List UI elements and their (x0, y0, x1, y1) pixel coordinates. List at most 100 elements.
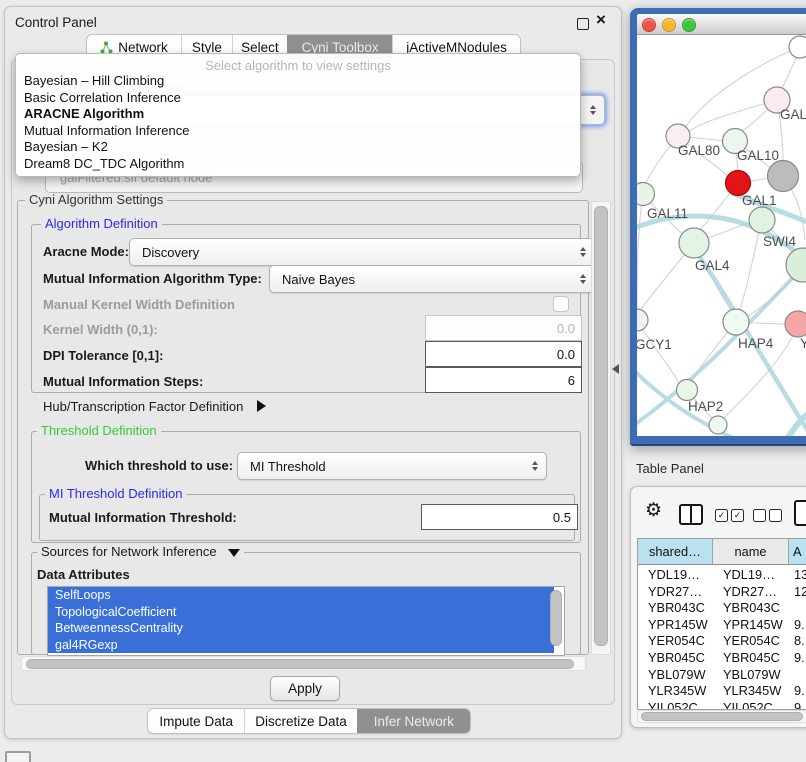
node-salmon[interactable] (785, 311, 806, 337)
hub-definition-expander[interactable]: Hub/Transcription Factor Definition (43, 399, 266, 415)
checked-box-icon: ✓ (731, 509, 744, 522)
dpi-tolerance-field[interactable]: 0.0 (425, 341, 582, 367)
export-table-icon[interactable] (794, 500, 806, 526)
bottom-tabbar: Impute Data Discretize Data Infer Networ… (147, 708, 471, 734)
which-threshold-combo[interactable]: MI Threshold (237, 452, 547, 480)
node[interactable] (786, 248, 806, 282)
node-gal1-selected[interactable] (726, 171, 751, 196)
node-swi4[interactable] (749, 207, 775, 233)
network-window-titlebar[interactable] (637, 14, 806, 35)
split-columns-icon[interactable] (679, 504, 703, 525)
column-header-name[interactable]: name (713, 539, 789, 565)
collapse-down-icon (228, 549, 240, 557)
checked-box-icon: ✓ (715, 509, 728, 522)
show-columns-icon[interactable]: ✓ ✓ (715, 509, 744, 522)
cell-shared-name: YBR045C (648, 650, 710, 665)
list-item[interactable]: TopologicalCoefficient (48, 604, 554, 621)
node-label: GAL (780, 107, 806, 122)
column-header-shared-name[interactable]: shared… (638, 539, 713, 565)
algorithm-dropdown-popup: Select algorithm to view settings Bayesi… (15, 53, 581, 177)
node-gray[interactable] (768, 161, 799, 192)
node-hap2[interactable] (677, 380, 698, 401)
table-row[interactable]: YER054C YER054C 8. (638, 633, 806, 650)
table-row[interactable]: YPR145W YPR145W 9. (638, 617, 806, 634)
cell-name: YBR045C (723, 650, 785, 665)
table-row[interactable]: YBR045C YBR045C 9. (638, 650, 806, 667)
node-gal4[interactable] (679, 228, 709, 258)
gear-icon[interactable]: ⚙ (645, 501, 662, 520)
settings-hscroll-thumb[interactable] (26, 659, 574, 669)
apply-button[interactable]: Apply (270, 676, 340, 701)
hide-columns-icon[interactable] (753, 509, 782, 522)
table-row[interactable]: YDL19… YDL19… 13 (638, 567, 806, 584)
table-horizontal-scrollbar[interactable] (637, 710, 806, 723)
zoom-traffic-icon[interactable] (682, 18, 696, 32)
node-hap4[interactable] (723, 309, 749, 335)
list-item[interactable]: SelfLoops (48, 587, 554, 604)
node-label: GAL1 (742, 193, 777, 208)
data-attributes-list[interactable]: SelfLoops TopologicalCoefficient Between… (47, 586, 565, 656)
mi-algorithm-type-combo[interactable]: Naive Bayes (269, 265, 595, 293)
cell-value: 9. (794, 650, 806, 665)
tab-impute-data-label: Impute Data (159, 714, 233, 729)
node[interactable] (789, 36, 806, 58)
tab-discretize-data[interactable]: Discretize Data (244, 709, 356, 733)
table-row[interactable]: YBL079W YBL079W (638, 667, 806, 684)
list-item[interactable]: gal4RGexp (48, 637, 554, 654)
cell-value: 9. (794, 683, 806, 698)
dropdown-item[interactable]: Bayesian – Hill Climbing (24, 73, 164, 90)
which-threshold-value: MI Threshold (250, 459, 326, 474)
splitter-collapse-icon[interactable] (612, 364, 619, 374)
sources-group-title[interactable]: Sources for Network Inference (37, 545, 244, 559)
table-row[interactable]: YBR043C YBR043C (638, 600, 806, 617)
close-icon[interactable]: × (596, 10, 606, 30)
expand-right-icon (257, 400, 266, 412)
tab-infer-network[interactable]: Infer Network (357, 709, 470, 733)
cell-shared-name: YIL052C (648, 700, 710, 710)
node-label: GAL80 (678, 143, 720, 158)
minimize-traffic-icon[interactable] (662, 18, 676, 32)
table-row[interactable]: YIL052C YIL052C 9. (638, 700, 806, 710)
settings-horizontal-scrollbar[interactable] (21, 656, 586, 671)
unchecked-box-icon (769, 509, 782, 522)
tab-impute-data[interactable]: Impute Data (148, 709, 244, 733)
float-window-icon[interactable] (577, 18, 589, 30)
settings-vscroll-thumb[interactable] (594, 206, 608, 646)
manual-kernel-width-checkbox[interactable] (553, 296, 569, 312)
node-gcy1[interactable] (637, 309, 648, 331)
list-item[interactable]: BetweennessCentrality (48, 620, 554, 637)
column-header-partial[interactable]: A (789, 539, 806, 565)
cell-value: 9. (794, 617, 806, 632)
close-traffic-icon[interactable] (642, 18, 656, 32)
docked-panel-stub[interactable] (5, 751, 31, 762)
cell-name: YPR145W (723, 617, 785, 632)
dropdown-prompt: Select algorithm to view settings (16, 58, 580, 73)
dropdown-item[interactable]: Basic Correlation Inference (24, 90, 181, 107)
table-row[interactable]: YDR27… YDR27… 12 (638, 584, 806, 601)
tab-discretize-data-label: Discretize Data (255, 714, 347, 729)
combo-spinner-icon (532, 461, 538, 471)
kernel-width-field[interactable]: 0.0 (425, 315, 582, 341)
settings-vertical-scrollbar[interactable] (591, 201, 611, 655)
node-label: HAP2 (688, 399, 723, 414)
aracne-mode-value: Discovery (142, 245, 199, 260)
unchecked-box-icon (753, 509, 766, 522)
control-panel-window: Control Panel × Network Style Select Cyn… (4, 6, 622, 739)
dropdown-item[interactable]: Bayesian – K2 (24, 139, 108, 156)
node-label: SWI4 (763, 234, 796, 249)
dropdown-item[interactable]: Dream8 DC_TDC Algorithm (24, 156, 184, 173)
list-scrollbar-thumb[interactable] (550, 590, 562, 646)
mi-threshold-field[interactable]: 0.5 (421, 504, 578, 530)
dropdown-item-selected[interactable]: ARACNE Algorithm (24, 106, 144, 123)
threshold-definition-title: Threshold Definition (37, 424, 161, 438)
node-gal11[interactable] (637, 183, 655, 206)
network-canvas[interactable]: GAL GAL80 GAL10 GAL1 GAL11 SWI4 GAL4 GCY… (637, 35, 806, 436)
node[interactable] (709, 416, 727, 434)
table-row[interactable]: YLR345W YLR345W 9. (638, 683, 806, 700)
aracne-mode-combo[interactable]: Discovery (129, 238, 595, 266)
table-hscroll-thumb[interactable] (641, 712, 803, 721)
cell-value: 13 (794, 567, 806, 582)
dropdown-item[interactable]: Mutual Information Inference (24, 123, 189, 140)
mi-steps-field[interactable]: 6 (425, 367, 582, 393)
split-divider (690, 506, 692, 523)
